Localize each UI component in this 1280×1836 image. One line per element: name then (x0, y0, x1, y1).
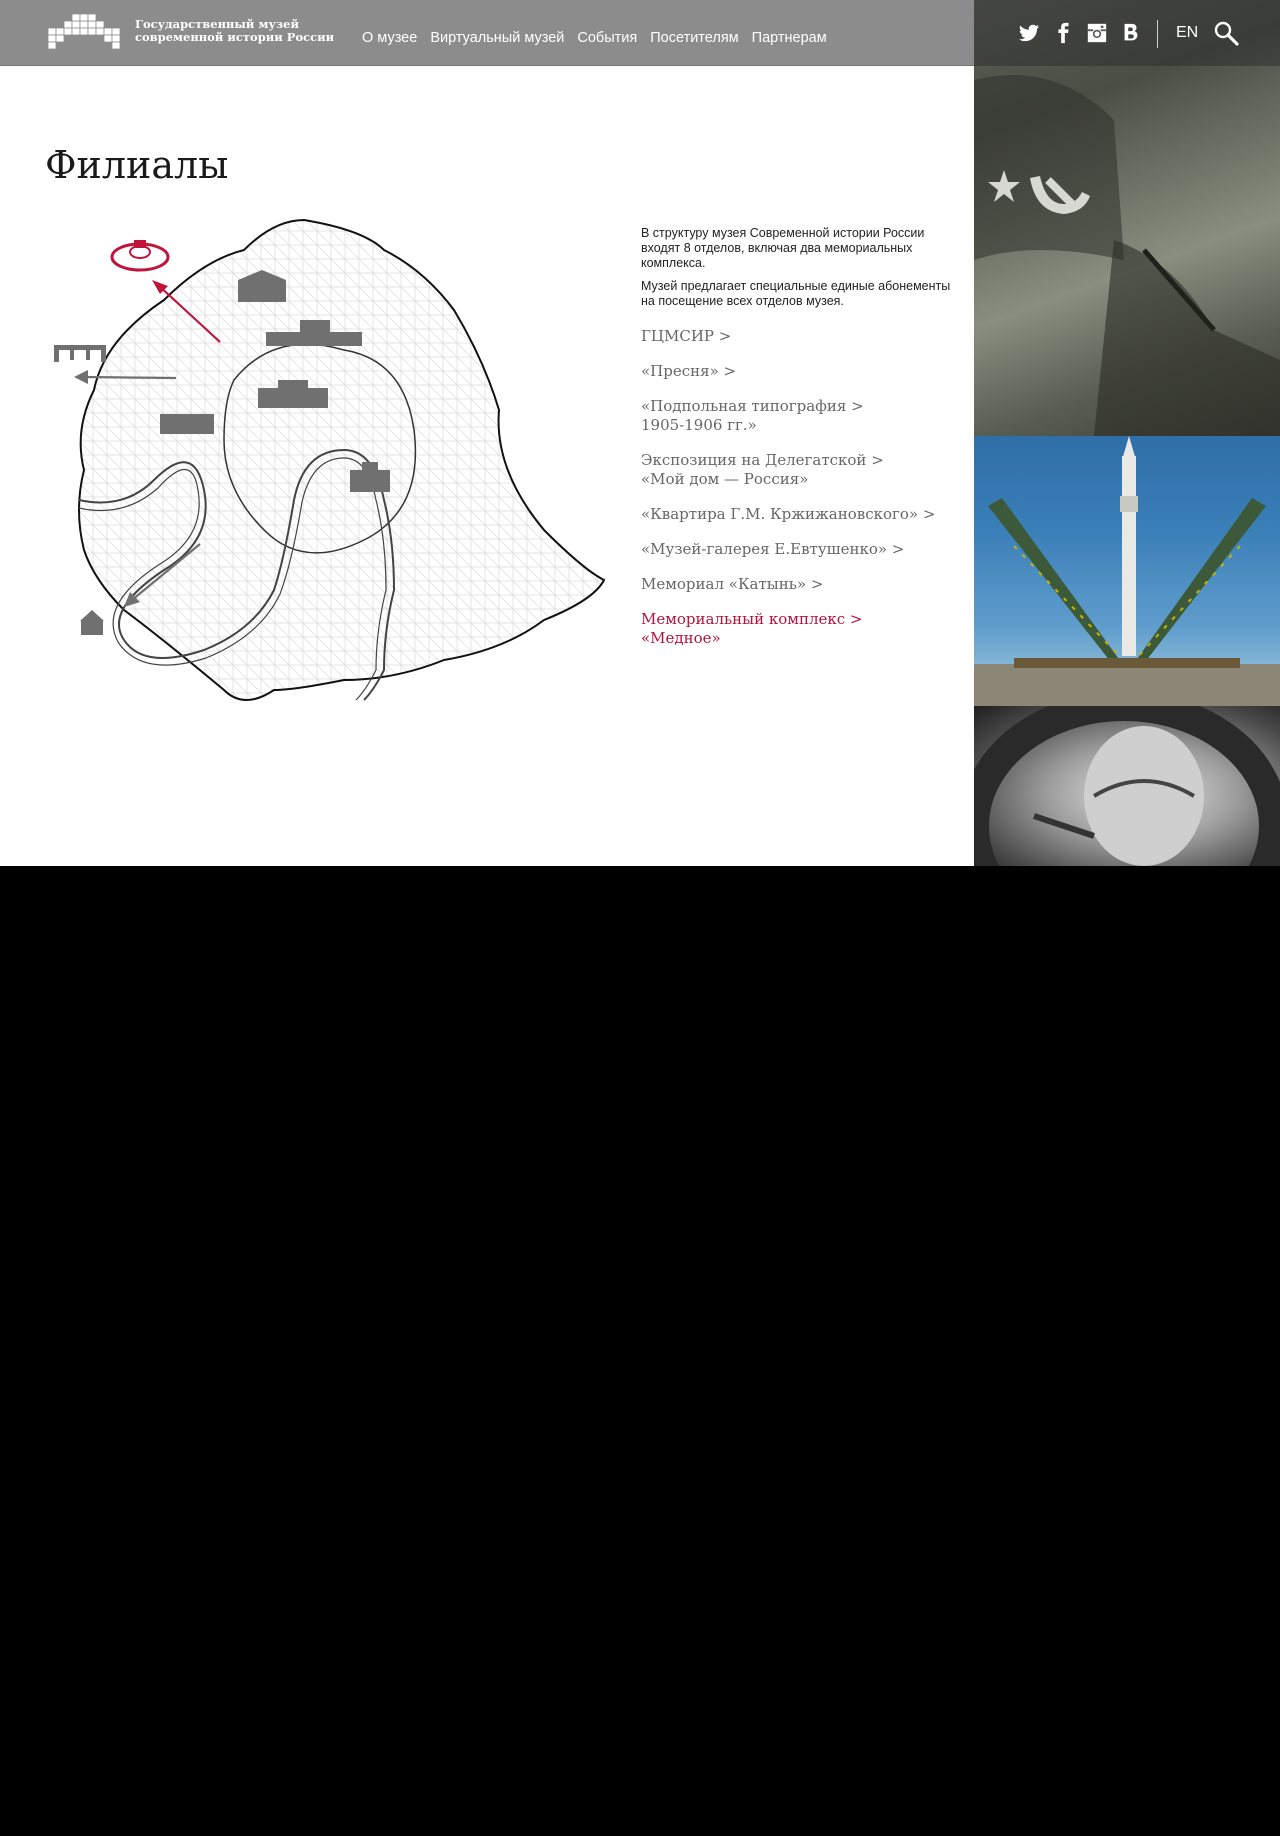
nav-virtual-museum[interactable]: Виртуальный музей (430, 30, 564, 46)
facebook-icon[interactable] (1052, 22, 1074, 44)
language-switch[interactable]: EN (1176, 24, 1198, 42)
museum-logo[interactable] (48, 14, 124, 50)
social-links (1018, 22, 1142, 44)
katyn-marker-icon (54, 345, 106, 362)
nav-visitors[interactable]: Посетителям (650, 30, 738, 46)
branch-label-sub: 1905-1906 гг.» (641, 416, 757, 434)
branch-link-delegatskaya[interactable]: Экспозиция на Делегатской > «Мой дом — Ро… (641, 451, 961, 489)
branch-label: «Пресня» > (641, 362, 737, 380)
branch-link-yevtushenko[interactable]: «Музей-галерея Е.Евтушенко» > (641, 540, 961, 559)
branch-link-presnya[interactable]: «Пресня» > (641, 362, 961, 381)
twitter-icon[interactable] (1018, 22, 1040, 44)
branch-link-typography[interactable]: «Подпольная типография >1905-1906 гг.» (641, 397, 961, 435)
photo-rocket-launch (974, 436, 1280, 706)
intro-text: В структуру музея Современной истории Ро… (641, 226, 961, 317)
branch-link-gcmsir[interactable]: ГЦМСИР > (641, 327, 961, 346)
mednoe-marker-icon (110, 240, 170, 272)
site-header: Государственный музей современной истори… (0, 0, 974, 66)
page-content: Государственный музей современной истори… (0, 0, 1280, 866)
branch-list: ГЦМСИР > «Пресня» > «Подпольная типограф… (641, 327, 961, 664)
branch-link-mednoe[interactable]: Мемориальный комплекс > «Медное» (641, 610, 961, 648)
branch-link-krzhizhanovsky[interactable]: «Квартира Г.М. Кржижановского» > (641, 505, 961, 524)
branch-link-katyn[interactable]: Мемориал «Катынь» > (641, 575, 961, 594)
branch-label: «Музей-галерея Е.Евтушенко» > (641, 540, 905, 558)
branch-label: Мемориальный комплекс > (641, 610, 863, 628)
branch-label-sub: «Мой дом — Россия» (641, 470, 809, 488)
search-icon[interactable] (1213, 20, 1239, 46)
intro-paragraph-1: В структуру музея Современной истории Ро… (641, 226, 925, 270)
side-photo-column: EN (974, 0, 1280, 866)
branch-label: Мемориал «Катынь» > (641, 575, 824, 593)
museum-name[interactable]: Государственный музей современной истори… (135, 18, 335, 44)
nav-about[interactable]: О музее (362, 30, 417, 46)
instagram-icon[interactable] (1086, 22, 1108, 44)
building-marker-icon-4 (160, 414, 214, 434)
moscow-branches-map (54, 218, 606, 701)
page-title: Филиалы (45, 143, 229, 187)
nav-partners[interactable]: Партнерам (752, 30, 827, 46)
museum-name-line2: современной истории России (135, 30, 335, 44)
branch-label: «Подпольная типография > (641, 397, 864, 415)
branch-label: «Квартира Г.М. Кржижановского» > (641, 505, 936, 523)
moscow-outline (78, 218, 606, 701)
nav-events[interactable]: События (577, 30, 637, 46)
branch-label-sub: «Медное» (641, 629, 721, 647)
arrow-to-katyn (83, 375, 177, 380)
vk-icon[interactable] (1120, 22, 1142, 44)
house-marker-icon (80, 610, 104, 635)
intro-paragraph-2: Музей предлагает специальные единые абон… (641, 279, 951, 308)
branch-label: Экспозиция на Делегатской > (641, 451, 884, 469)
main-nav: О музее Виртуальный музей События Посети… (362, 30, 827, 46)
photo-cosmonaut (974, 691, 1280, 866)
header-separator (1157, 20, 1158, 48)
branch-label: ГЦМСИР > (641, 327, 732, 345)
